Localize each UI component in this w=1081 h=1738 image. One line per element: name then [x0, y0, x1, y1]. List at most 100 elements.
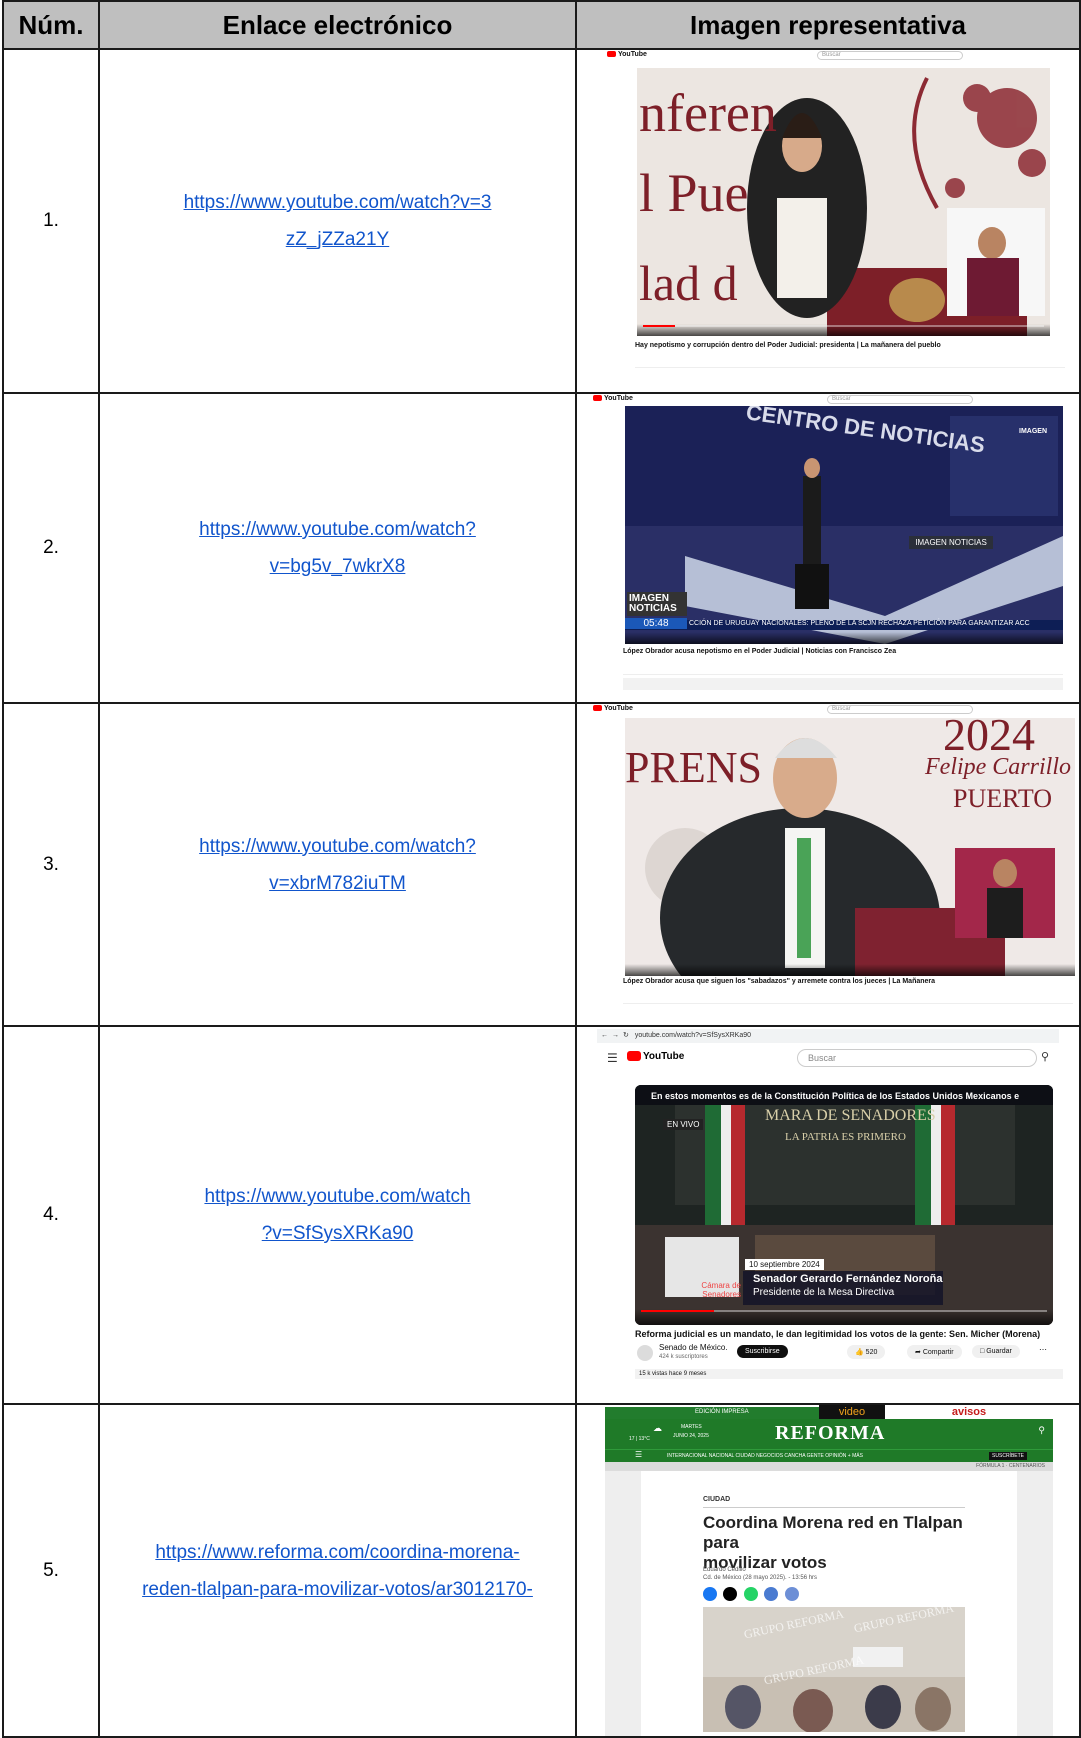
video-title: López Obrador acusa nepotismo en el Pode… [623, 648, 897, 655]
like-count: 520 [865, 1349, 878, 1356]
channel-watermark: Cámara de Senadores [701, 1281, 741, 1299]
subscriber-count: 424 k suscriptores [659, 1354, 708, 1360]
reforma-nav: ☰ INTERNACIONAL NACIONAL CIUDAD NEGOCIOS… [605, 1449, 1053, 1462]
youtube-logo: YouTube [627, 1051, 684, 1062]
avisos-link[interactable]: avisos [885, 1406, 1053, 1419]
video-player: CENTRO DE NOTICIAS IMAGEN IMAGEN NOTICIA… [625, 406, 1063, 644]
menu-icon[interactable]: ☰ [635, 1450, 642, 1459]
share-icons [703, 1587, 799, 1606]
save-button[interactable]: □ Guardar [972, 1345, 1020, 1358]
reforma-subnav[interactable]: FÓRMULA 1 · CENTENARIOS [605, 1462, 1053, 1471]
row-number: 4. [2, 1025, 100, 1405]
forward-icon: → [612, 1032, 619, 1039]
search-icon[interactable]: ⚲ [1041, 1050, 1049, 1063]
screenshot-2: YouTube Buscar CENTRO DE NOTICIAS IMAGEN… [575, 392, 1081, 704]
link-cell: https://www.youtube.com/watch? v=bg5v_7wk… [98, 392, 577, 704]
speaker-role: Presidente de la Mesa Directiva [753, 1287, 895, 1298]
video-player: PRENS 2024 Felipe Carrillo PUERTO [625, 718, 1075, 976]
table-row: 5. https://www.reforma.com/coordina-more… [2, 1403, 1081, 1738]
player-controls[interactable] [625, 632, 1063, 644]
url-text[interactable]: youtube.com/watch?v=SfSysXRKa90 [635, 1032, 751, 1039]
channel-logo: IMAGEN [1019, 428, 1047, 435]
player-controls[interactable] [625, 964, 1075, 976]
reforma-logo[interactable]: REFORMA [775, 1422, 885, 1445]
date: JUNIO 24, 2025 [673, 1433, 709, 1439]
header-image: Imagen representativa [575, 0, 1081, 50]
share-label: Compartir [922, 1349, 954, 1356]
video-link[interactable]: video [819, 1406, 885, 1419]
row-number: 5. [2, 1403, 100, 1738]
section-label: CIUDAD [703, 1496, 731, 1503]
weather-icon: ☁ [653, 1423, 662, 1433]
temperature: 17 | 13°C [629, 1436, 650, 1442]
news-ticker: CCIÓN DE URUGUAY NACIONALES: PLENO DE LA… [689, 620, 1030, 627]
link-cell: https://www.youtube.com/watch? v=xbrM782i… [98, 702, 577, 1027]
row-number: 3. [2, 702, 100, 1027]
screenshot-3: YouTube Buscar PRENS 2024 Felipe Carrill… [575, 702, 1081, 1027]
byline: Eduardo Cedillo [703, 1567, 746, 1573]
youtube-logo: YouTube [607, 51, 647, 58]
wall-text: MARA DE SENADORES [765, 1107, 936, 1124]
print-edition: EDICIÓN IMPRESA [695, 1409, 749, 1415]
date-badge: 10 septiembre 2024 [745, 1259, 824, 1270]
header-num: Núm. [2, 0, 100, 50]
search-input[interactable]: Buscar [797, 1049, 1037, 1067]
browser-urlbar: ← → ↻ youtube.com/watch?v=SfSysXRKa90 [597, 1029, 1059, 1043]
row-link[interactable]: https://www.youtube.com/watch ?v=SfSysXRK… [204, 1186, 470, 1244]
reload-icon: ↻ [623, 1032, 629, 1039]
reforma-header: ☁ 17 | 13°C MARTES JUNIO 24, 2025 REFORM… [605, 1419, 1053, 1449]
link-cell: https://www.reforma.com/coordina-morena-… [98, 1403, 577, 1738]
screenshot-4: ← → ↻ youtube.com/watch?v=SfSysXRKa90 ☰ You… [575, 1025, 1081, 1405]
corner-logo: IMAGEN NOTICIAS [627, 592, 687, 616]
row-number: 1. [2, 48, 100, 394]
facebook-icon[interactable] [703, 1587, 717, 1601]
bg-word: l Pue [639, 163, 749, 223]
channel-row [635, 355, 1065, 368]
link-cell: https://www.youtube.com/watch?v=3 zZ_jZZa… [98, 48, 577, 394]
nav-links[interactable]: INTERNACIONAL NACIONAL CIUDAD NEGOCIOS C… [667, 1453, 863, 1459]
menu-icon[interactable]: ☰ [607, 1051, 618, 1065]
row-link[interactable]: https://www.youtube.com/watch?v=3 zZ_jZZa… [184, 192, 492, 250]
more-icon[interactable]: ⋯ [1039, 1345, 1047, 1354]
youtube-topbar: YouTube Buscar [578, 51, 1078, 60]
link-icon[interactable] [784, 1587, 799, 1601]
row-link[interactable]: https://www.youtube.com/watch? v=bg5v_7wk… [199, 519, 476, 577]
youtube-logo: YouTube [593, 705, 633, 712]
bg-place: PUERTO [953, 784, 1053, 813]
x-icon[interactable] [723, 1587, 738, 1601]
subscribe-button[interactable]: SUSCRÍBETE [989, 1452, 1027, 1460]
share-icon: ➦ [915, 1349, 923, 1356]
weekday: MARTES [681, 1424, 702, 1430]
view-stats: 15 k vistas hace 9 meses [635, 1369, 1063, 1379]
youtube-logo: YouTube [593, 395, 633, 402]
search-input: Buscar [817, 51, 963, 60]
email-icon[interactable] [764, 1587, 779, 1601]
row-number: 2. [2, 392, 100, 704]
link-cell: https://www.youtube.com/watch ?v=SfSysXRK… [98, 1025, 577, 1405]
row-link[interactable]: https://www.reforma.com/coordina-morena-… [142, 1542, 533, 1600]
row-link[interactable]: https://www.youtube.com/watch? v=xbrM782i… [199, 836, 476, 894]
whatsapp-icon[interactable] [743, 1587, 758, 1601]
search-icon[interactable]: ⚲ [1038, 1425, 1045, 1436]
youtube-topbar: YouTube Buscar [578, 705, 1078, 714]
reforma-topstrip: EDICIÓN IMPRESA video avisos [605, 1406, 1053, 1419]
channel-avatar [637, 1345, 653, 1361]
table-row: 1. https://www.youtube.com/watch?v=3 zZ_j… [2, 48, 1081, 394]
video-player: En estos momentos es de la Constitución … [635, 1085, 1053, 1325]
share-button[interactable]: ➦ Compartir [907, 1345, 962, 1359]
description-box [623, 678, 1063, 690]
progress-bar[interactable] [641, 1310, 1047, 1312]
bg-word: nferen [639, 83, 777, 143]
header-link: Enlace electrónico [98, 0, 577, 50]
subscribe-button[interactable]: Suscribirse [737, 1345, 788, 1358]
bg-word: lad d [639, 255, 738, 311]
table-row: 3. https://www.youtube.com/watch? v=xbrM7… [2, 702, 1081, 1027]
wall-text: LA PATRIA ES PRIMERO [785, 1131, 906, 1143]
table-row: 2. https://www.youtube.com/watch? v=bg5v_… [2, 392, 1081, 704]
video-player: nferen l Pue lad d [637, 68, 1050, 336]
progress-bar[interactable] [643, 325, 1044, 327]
save-label: Guardar [986, 1348, 1012, 1355]
channel-row [623, 991, 1073, 1004]
like-button[interactable]: 👍 520 [847, 1345, 886, 1359]
channel-name[interactable]: Senado de México. [659, 1343, 728, 1352]
